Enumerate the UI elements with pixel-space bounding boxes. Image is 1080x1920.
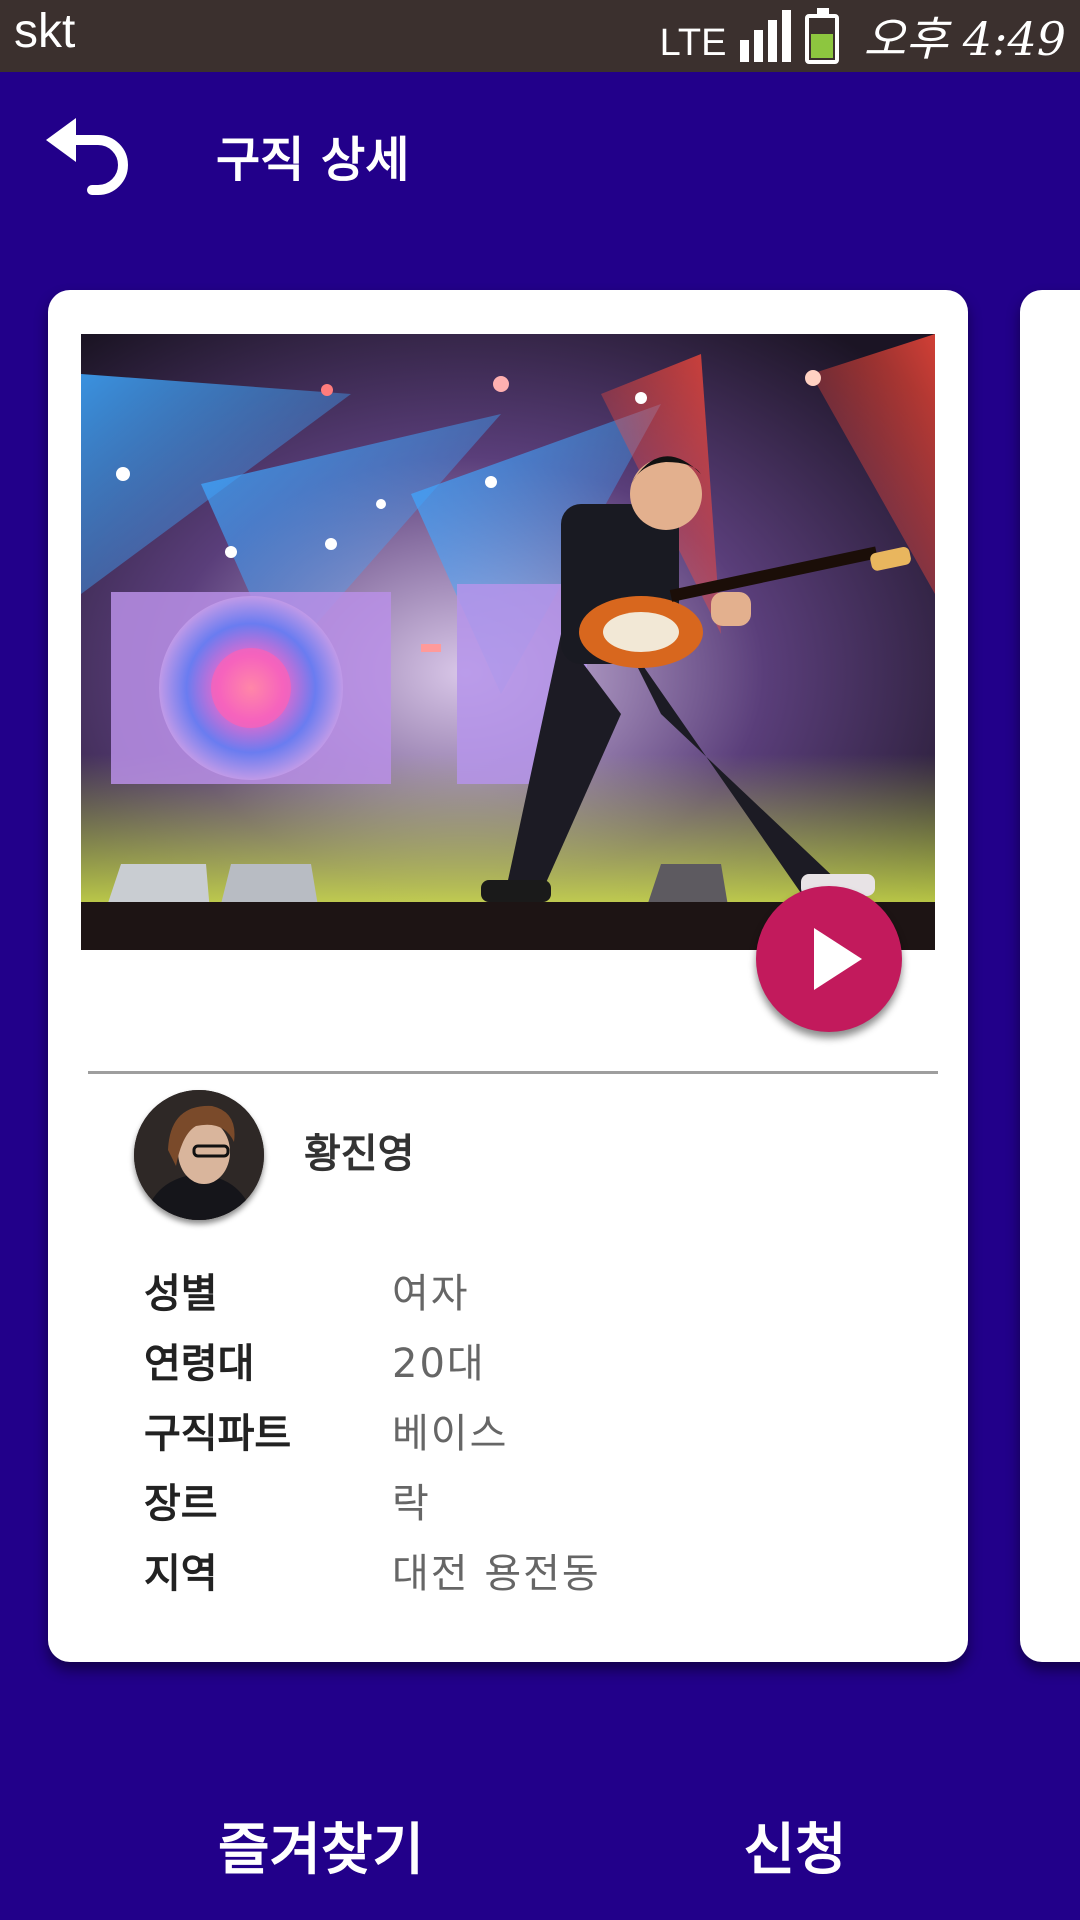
detail-list: 성별 여자 연령대 20대 구직파트 베이스 장르 락 지역 대전 용전동	[144, 1255, 844, 1605]
user-name: 황진영	[304, 1131, 415, 1177]
battery-level	[811, 33, 834, 58]
detail-value: 여자	[392, 1271, 470, 1317]
detail-value: 락	[392, 1481, 431, 1527]
divider	[88, 1071, 938, 1074]
detail-value: 대전 용전동	[392, 1551, 601, 1597]
next-card-peek[interactable]	[1020, 290, 1080, 1662]
profile-photo	[134, 1090, 264, 1220]
detail-value: 20대	[392, 1341, 486, 1387]
detail-label: 구직파트	[144, 1411, 292, 1457]
detail-label: 지역	[144, 1551, 218, 1597]
detail-label: 장르	[144, 1481, 218, 1527]
signal-icon	[740, 10, 792, 62]
detail-label: 연령대	[144, 1341, 255, 1387]
network-type-label: LTE	[659, 21, 727, 64]
status-icons: LTE 오후 4:49	[660, 0, 1066, 72]
detail-row-age-group: 연령대 20대	[144, 1325, 844, 1395]
undo-arrow-icon	[46, 118, 128, 195]
detail-row-genre: 장르 락	[144, 1465, 844, 1535]
battery-icon	[805, 8, 840, 64]
detail-row-part: 구직파트 베이스	[144, 1395, 844, 1465]
carrier-label: skt	[14, 5, 76, 58]
page-title: 구직 상세	[216, 132, 410, 188]
detail-row-gender: 성별 여자	[144, 1255, 844, 1325]
avatar	[134, 1090, 264, 1220]
back-button[interactable]	[40, 110, 140, 210]
favorite-button[interactable]: 즐겨찾기	[196, 1816, 446, 1886]
apply-button[interactable]: 신청	[720, 1816, 870, 1886]
play-button[interactable]	[756, 886, 902, 1032]
performance-photo[interactable]	[81, 334, 935, 950]
job-seeker-card: 황진영 성별 여자 연령대 20대 구직파트 베이스 장르 락 지역 대전 용전…	[48, 290, 968, 1662]
detail-value: 베이스	[392, 1411, 509, 1457]
clock: 오후 4:49	[863, 12, 1066, 66]
screen: skt LTE 오후 4:49 구직 상세 황진영 성별 여자 연령대 20대 …	[0, 0, 1080, 1920]
status-bar: skt LTE 오후 4:49	[0, 0, 1080, 72]
detail-row-region: 지역 대전 용전동	[144, 1535, 844, 1605]
concert-image	[81, 334, 935, 950]
detail-label: 성별	[144, 1271, 218, 1317]
